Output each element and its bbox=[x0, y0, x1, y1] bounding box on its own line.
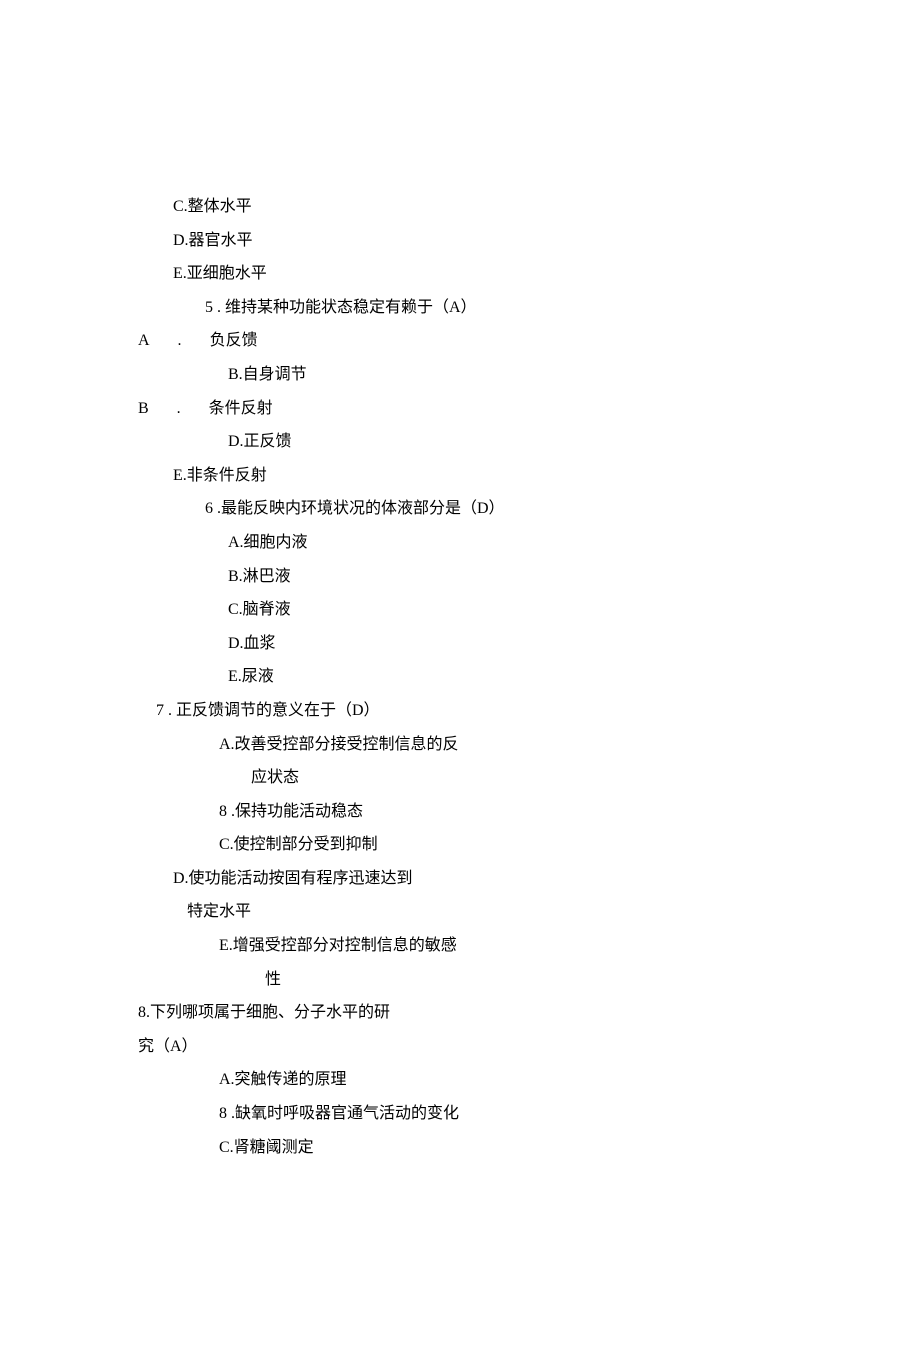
text-line: 7 . 正反馈调节的意义在于（D） bbox=[0, 694, 920, 728]
text-line: 8 .缺氧时呼吸器官通气活动的变化 bbox=[0, 1097, 920, 1131]
text-line: D.血浆 bbox=[0, 627, 920, 661]
text-line: A.突触传递的原理 bbox=[0, 1063, 920, 1097]
option-label: B. bbox=[138, 400, 209, 417]
text-line: A.负反馈 bbox=[0, 324, 920, 358]
text-line: 特定水平 bbox=[0, 895, 920, 929]
text-line: C.脑脊液 bbox=[0, 593, 920, 627]
text-line: 6 .最能反映内环境状况的体液部分是（D） bbox=[0, 492, 920, 526]
text-line: 5 . 维持某种功能状态稳定有赖于（A） bbox=[0, 291, 920, 325]
text-line: E.尿液 bbox=[0, 660, 920, 694]
text-line: C.使控制部分受到抑制 bbox=[0, 828, 920, 862]
option-label: A. bbox=[138, 332, 210, 349]
text-line: 究（A） bbox=[0, 1030, 920, 1064]
text-line: 8 .保持功能活动稳态 bbox=[0, 795, 920, 829]
text-line: B.自身调节 bbox=[0, 358, 920, 392]
text-line: D.正反馈 bbox=[0, 425, 920, 459]
option-text: 负反馈 bbox=[210, 332, 258, 349]
text-line: 性 bbox=[0, 963, 920, 997]
text-line: A.改善受控部分接受控制信息的反 bbox=[0, 728, 920, 762]
text-line: A.细胞内液 bbox=[0, 526, 920, 560]
text-line: D.器官水平 bbox=[0, 224, 920, 258]
text-line: E.增强受控部分对控制信息的敏感 bbox=[0, 929, 920, 963]
document-body: C.整体水平D.器官水平E.亚细胞水平5 . 维持某种功能状态稳定有赖于（A）A… bbox=[0, 190, 920, 1164]
text-line: E.亚细胞水平 bbox=[0, 257, 920, 291]
option-text: 条件反射 bbox=[209, 400, 273, 417]
text-line: C.肾糖阈测定 bbox=[0, 1131, 920, 1165]
text-line: B.淋巴液 bbox=[0, 560, 920, 594]
text-line: B.条件反射 bbox=[0, 392, 920, 426]
text-line: 8.下列哪项属于细胞、分子水平的研 bbox=[0, 996, 920, 1030]
text-line: D.使功能活动按固有程序迅速达到 bbox=[0, 862, 920, 896]
text-line: 应状态 bbox=[0, 761, 920, 795]
text-line: C.整体水平 bbox=[0, 190, 920, 224]
text-line: E.非条件反射 bbox=[0, 459, 920, 493]
